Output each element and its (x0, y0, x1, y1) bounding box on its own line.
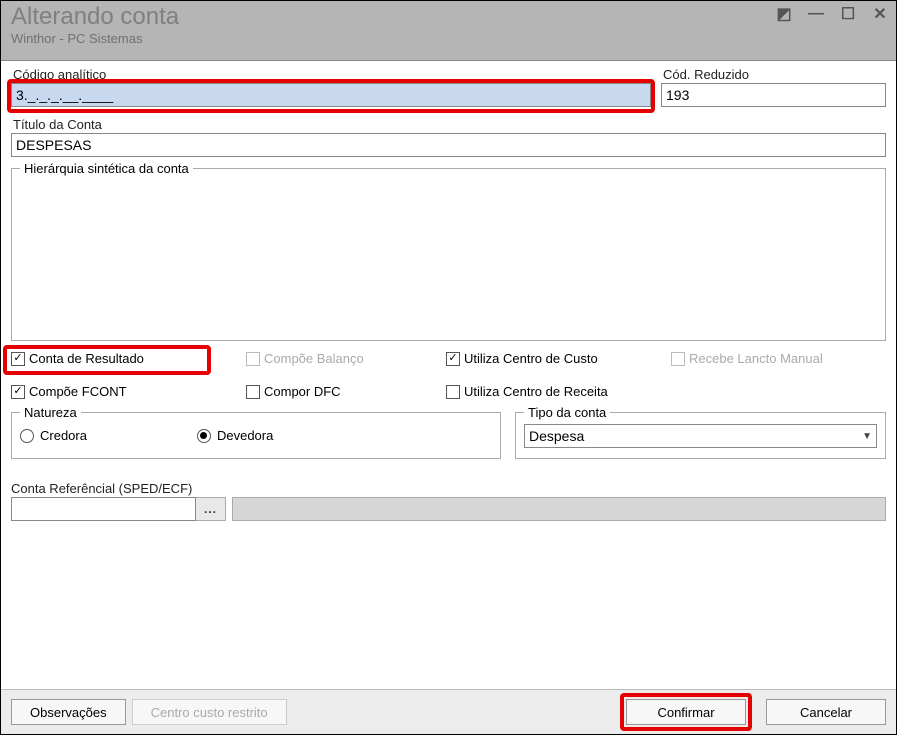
restore-icon[interactable]: ◩ (774, 5, 794, 23)
cancelar-button[interactable]: Cancelar (766, 699, 886, 725)
label-conta-resultado: Conta de Resultado (29, 351, 144, 366)
chevron-down-icon: ▼ (862, 431, 872, 442)
checkbox-compoe-balanco (246, 352, 260, 366)
label-credora: Credora (40, 428, 87, 443)
select-tipo-value: Despesa (529, 428, 584, 444)
minimize-icon[interactable]: — (806, 5, 826, 23)
confirmar-button[interactable]: Confirmar (626, 699, 746, 725)
label-compoe-balanco: Compõe Balanço (264, 351, 364, 366)
checkbox-conta-resultado[interactable]: ✓ (11, 352, 25, 366)
label-devedora: Devedora (217, 428, 273, 443)
display-conta-referencial-desc (232, 497, 886, 521)
label-conta-referencial: Conta Referêncial (SPED/ECF) (11, 481, 886, 496)
label-cod-reduzido: Cód. Reduzido (661, 67, 886, 82)
label-compoe-fcont: Compõe FCONT (29, 384, 127, 399)
radio-credora[interactable] (20, 429, 34, 443)
close-icon[interactable]: ✕ (870, 5, 890, 23)
label-utiliza-centro-custo: Utiliza Centro de Custo (464, 351, 598, 366)
dialog-alterando-conta: Alterando conta Winthor - PC Sistemas ◩ … (0, 0, 897, 735)
fieldset-hierarquia: Hierárquia sintética da conta (11, 161, 886, 341)
centro-custo-restrito-button: Centro custo restrito (132, 699, 287, 725)
legend-hierarquia: Hierárquia sintética da conta (20, 161, 193, 176)
checkbox-compor-dfc[interactable] (246, 385, 260, 399)
input-cod-reduzido[interactable] (661, 83, 886, 107)
label-recebe-lancto: Recebe Lancto Manual (689, 351, 823, 366)
window-title: Alterando conta (11, 5, 886, 29)
fieldset-natureza: Natureza Credora Devedora (11, 405, 501, 459)
radio-devedora[interactable] (197, 429, 211, 443)
input-codigo-analitico[interactable] (11, 83, 651, 107)
content-area: Código analítico Cód. Reduzido Título da… (1, 61, 896, 734)
maximize-icon[interactable]: ☐ (838, 5, 858, 23)
window-subtitle: Winthor - PC Sistemas (11, 31, 886, 46)
input-conta-referencial[interactable] (11, 497, 196, 521)
input-titulo[interactable] (11, 133, 886, 157)
titlebar: Alterando conta Winthor - PC Sistemas ◩ … (1, 1, 896, 61)
legend-tipo: Tipo da conta (524, 405, 610, 420)
checkbox-recebe-lancto (671, 352, 685, 366)
label-compor-dfc: Compor DFC (264, 384, 341, 399)
lookup-button[interactable]: ... (196, 497, 226, 521)
fieldset-tipo-conta: Tipo da conta Despesa ▼ (515, 405, 886, 459)
label-utiliza-centro-receita: Utiliza Centro de Receita (464, 384, 608, 399)
observacoes-button[interactable]: Observações (11, 699, 126, 725)
label-titulo: Título da Conta (11, 117, 886, 132)
button-bar: Observações Centro custo restrito Confir… (1, 689, 896, 734)
checkbox-utiliza-centro-receita[interactable] (446, 385, 460, 399)
label-codigo-analitico: Código analítico (11, 67, 651, 82)
legend-natureza: Natureza (20, 405, 81, 420)
checkbox-compoe-fcont[interactable]: ✓ (11, 385, 25, 399)
select-tipo-conta[interactable]: Despesa ▼ (524, 424, 877, 448)
checkbox-utiliza-centro-custo[interactable]: ✓ (446, 352, 460, 366)
